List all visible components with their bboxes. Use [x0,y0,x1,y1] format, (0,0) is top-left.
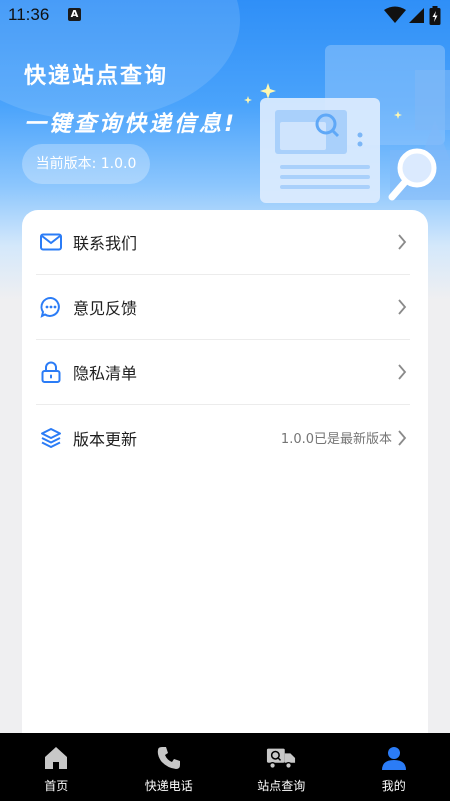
mail-icon [39,230,63,254]
menu-item-label: 意见反馈 [73,299,138,318]
status-time: 11:36 [8,5,50,24]
lock-icon [39,360,63,384]
tab-label: 我的 [381,779,406,793]
truck-search-icon [266,743,296,773]
user-icon [379,743,409,773]
tab-station-query[interactable]: 站点查询 [225,733,338,801]
tab-mine[interactable]: 我的 [338,733,450,801]
chevron-right-icon [394,234,410,250]
version-status-text: 1.0.0已是最新版本 [280,432,392,447]
menu-item-privacy[interactable]: 隐私清单 [36,340,410,405]
app-title: 快递站点查询 [24,64,169,89]
tab-label: 首页 [44,779,69,793]
settings-card: 联系我们 意见反馈 隐私清单 版本更新 1.0.0已是最新版本 [22,210,428,750]
menu-item-contact[interactable]: 联系我们 [36,210,410,275]
signal-icon [409,8,424,23]
tab-home[interactable]: 首页 [0,733,113,801]
chevron-right-icon [394,429,410,446]
tab-label: 快递电话 [144,779,193,793]
slogan-text: 一键查询快递信息! [24,112,238,137]
menu-item-version-update[interactable]: 版本更新 1.0.0已是最新版本 [36,405,410,470]
delivery-illustration [244,45,450,203]
menu-item-label: 隐私清单 [73,364,138,383]
menu-item-feedback[interactable]: 意见反馈 [36,275,410,340]
battery-icon [429,6,441,25]
version-badge: 当前版本: 1.0.0 [22,144,150,184]
chat-bubble-icon [39,295,63,319]
bottom-tab-bar: 首页 快递电话 站点查询 我的 [0,733,450,801]
chevron-right-icon [394,364,410,380]
tab-courier-phone[interactable]: 快递电话 [113,733,226,801]
layers-icon [39,426,63,450]
status-bar: 11:36 A [0,0,450,30]
home-icon [41,743,71,773]
tab-label: 站点查询 [257,779,306,793]
menu-item-label: 联系我们 [73,234,138,253]
wifi-icon [384,6,406,23]
phone-icon [154,743,184,773]
menu-item-label: 版本更新 [73,429,138,449]
chevron-right-icon [394,299,410,315]
notification-a-icon: A [68,8,81,21]
